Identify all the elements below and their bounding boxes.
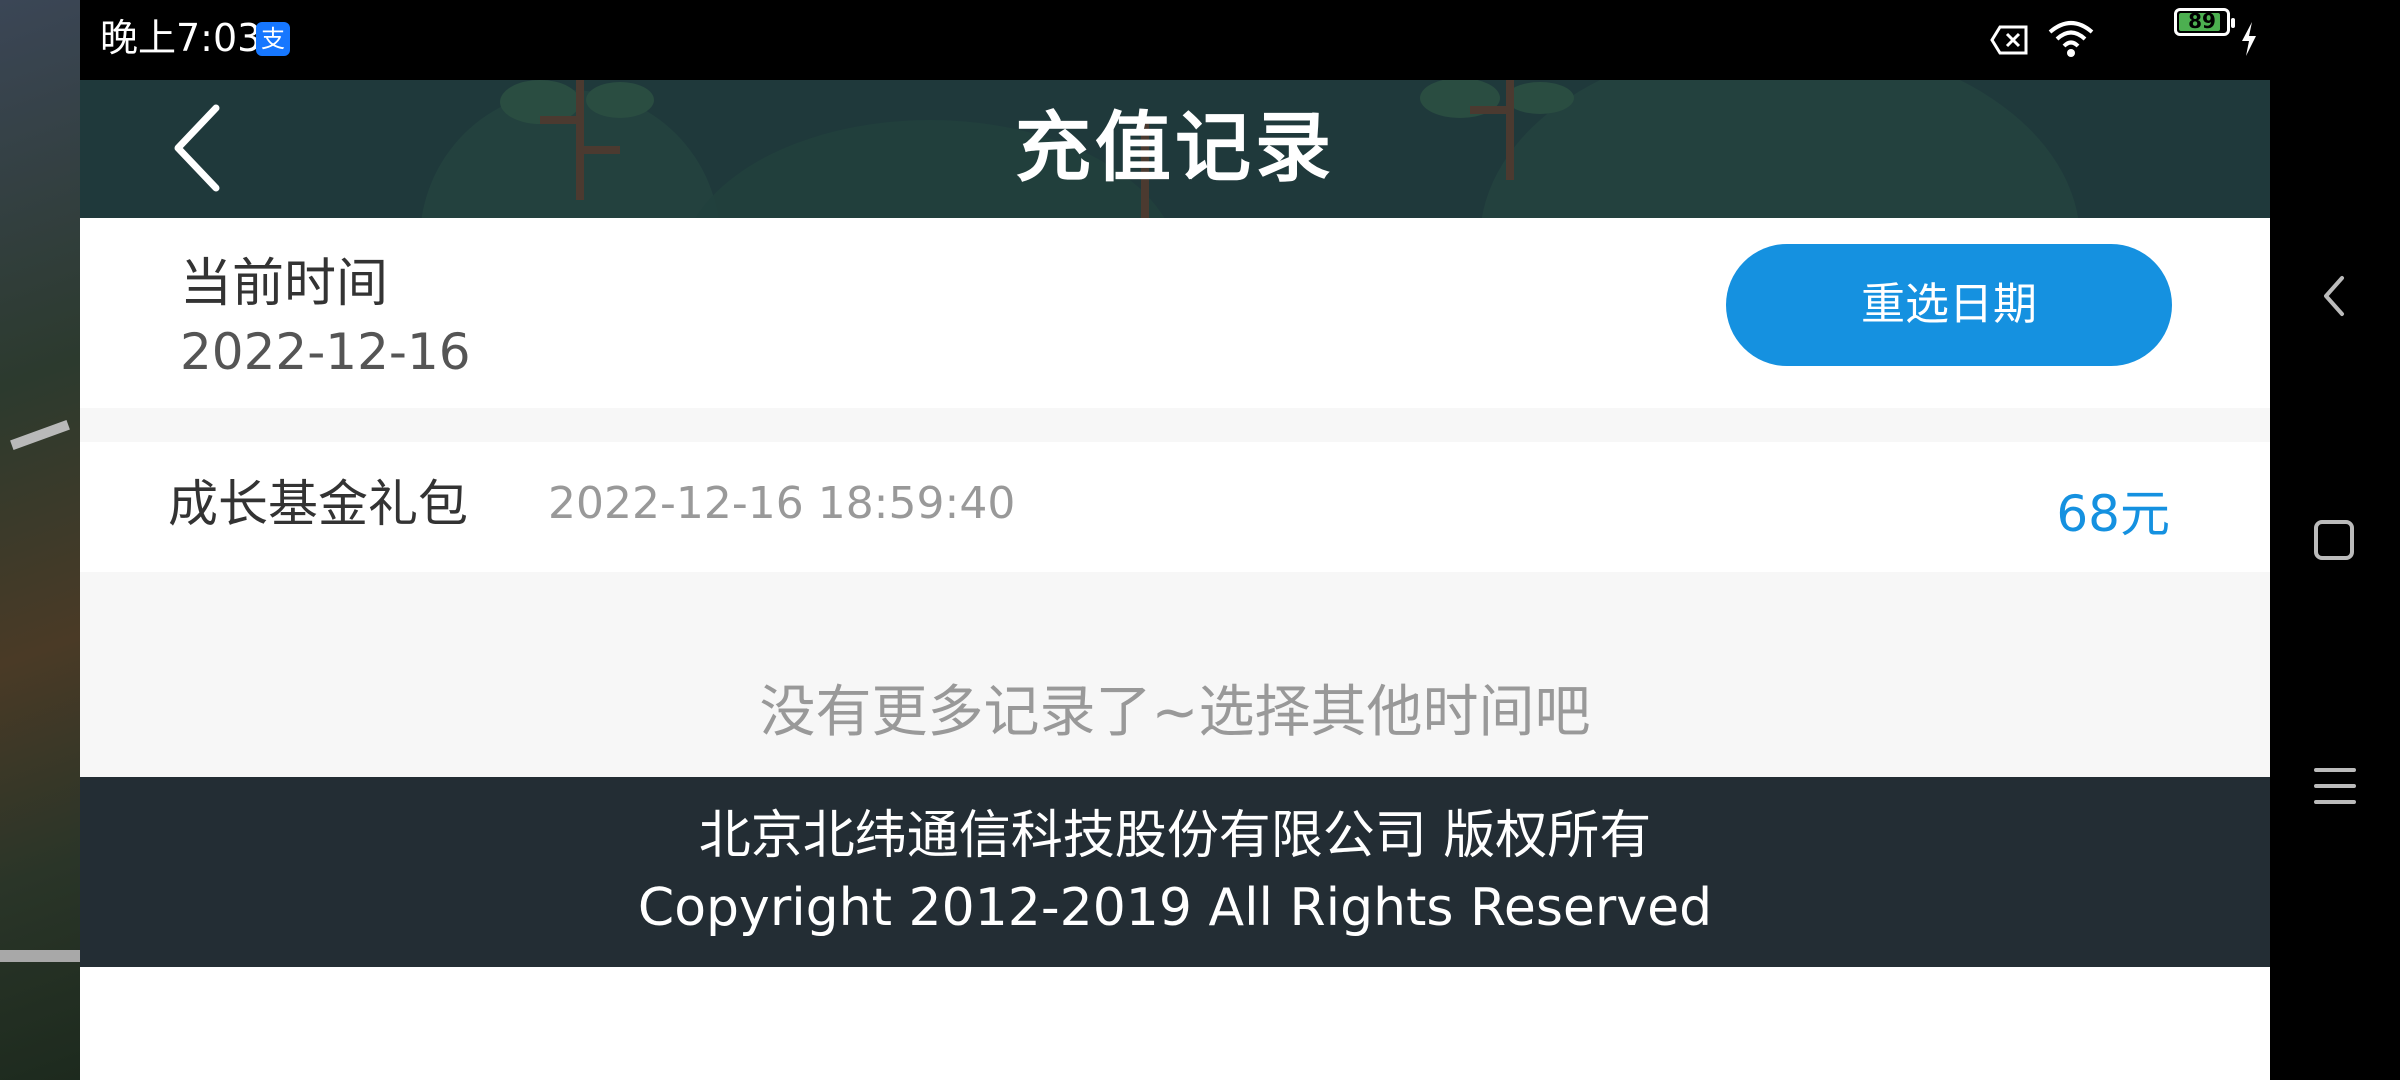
footer: 北京北纬通信科技股份有限公司 版权所有 Copyright 2012-2019 … [80, 777, 2270, 967]
background-road [0, 950, 80, 962]
navigation-bar [2270, 0, 2400, 1080]
nav-home-icon [2314, 520, 2354, 560]
nav-menu-icon [2314, 768, 2356, 804]
record-amount: 68元 [2056, 485, 2170, 543]
date-label: 当前时间 [180, 254, 389, 314]
wifi-icon [2048, 20, 2094, 62]
copyright-notice: Copyright 2012-2019 All Rights Reserved [637, 878, 1713, 938]
date-panel: 当前时间 2022-12-16 重选日期 [80, 218, 2270, 408]
charging-icon [2240, 22, 2258, 60]
record-list: 成长基金礼包 2022-12-16 18:59:40 68元 没有更多记录了~选… [80, 408, 2270, 777]
current-date: 2022-12-16 [180, 323, 471, 381]
app-window: 充值记录 当前时间 2022-12-16 重选日期 成长基金礼包 2022-12… [80, 80, 2270, 1080]
record-name: 成长基金礼包 [168, 475, 468, 533]
empty-hint: 没有更多记录了~选择其他时间吧 [759, 680, 1591, 745]
page-title: 充值记录 [1015, 103, 1335, 192]
nav-menu-button[interactable] [2270, 746, 2400, 826]
status-time: 晚上7:03 [100, 16, 262, 60]
battery-level: 89 [2188, 9, 2216, 33]
header: 充值记录 [80, 80, 2270, 218]
background-game-strip [0, 0, 80, 1080]
nav-back-button[interactable] [2270, 256, 2400, 336]
background-road [10, 420, 70, 450]
copyright-company: 北京北纬通信科技股份有限公司 版权所有 [698, 806, 1652, 866]
battery-icon: 89 [2174, 8, 2235, 36]
status-bar: 晚上7:03 支 89 [80, 0, 2270, 80]
record-time: 2022-12-16 18:59:40 [548, 478, 1016, 529]
alipay-icon: 支 [256, 22, 290, 56]
record-row[interactable]: 成长基金礼包 2022-12-16 18:59:40 68元 [80, 442, 2270, 572]
nav-back-icon [2324, 276, 2344, 316]
nav-home-button[interactable] [2270, 500, 2400, 580]
sim-off-icon [1990, 24, 2030, 60]
reselect-date-button[interactable]: 重选日期 [1726, 244, 2172, 366]
bottom-blank-area [80, 967, 2270, 1080]
